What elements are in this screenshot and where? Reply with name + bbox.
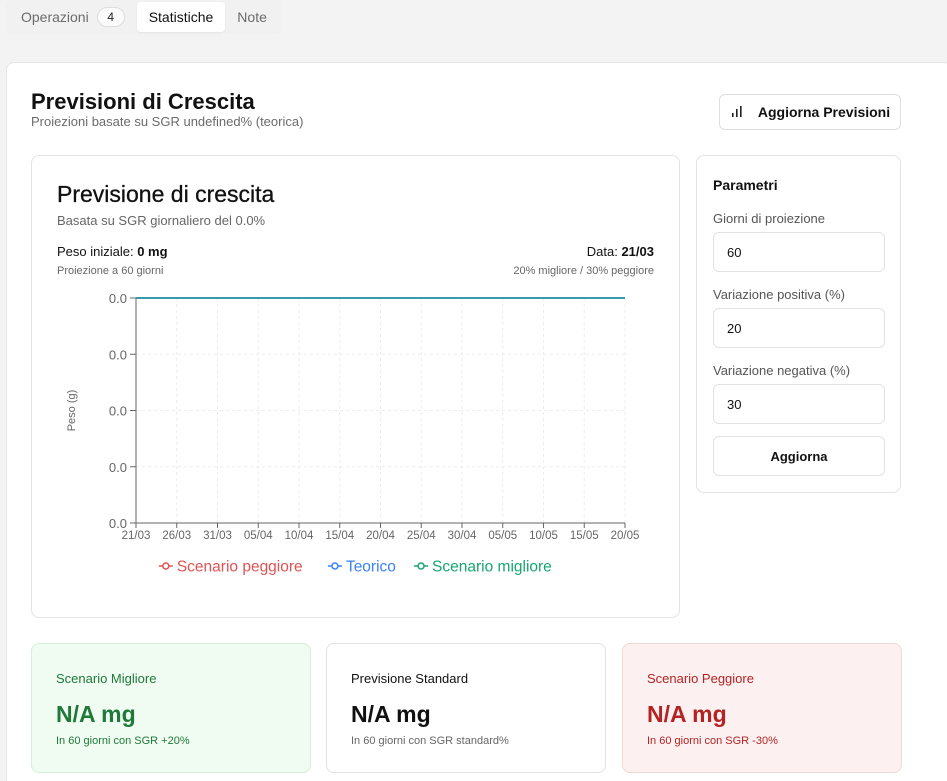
chart-y-tick-label: 0.0 <box>109 460 127 475</box>
page-title: Previsioni di Crescita <box>31 89 255 114</box>
chart-x-tick-label: 10/05 <box>529 530 558 542</box>
legend-label-2: Teorico <box>346 559 396 576</box>
standard-forecast-note: In 60 giorni con SGR standard% <box>351 735 509 747</box>
parameters-card: Parametri Giorni di proiezione Variazion… <box>696 155 901 493</box>
chart-y-axis-label: Peso (g) <box>66 390 78 432</box>
tab-statistiche[interactable]: Statistiche <box>136 2 226 32</box>
projection-days-input[interactable] <box>713 232 885 272</box>
positive-variation-label: Variazione positiva (%) <box>713 287 845 302</box>
chart-x-tick-label: 26/03 <box>162 530 191 542</box>
negative-variation-input[interactable] <box>713 384 885 424</box>
legend-marker-dot-2 <box>331 562 339 570</box>
growth-chart-card: Previsione di crescita Basata su SGR gio… <box>31 155 680 618</box>
chart-x-tick-label: 31/03 <box>203 530 232 542</box>
worst-scenario-value: N/A mg <box>647 701 727 727</box>
standard-forecast-title: Previsione Standard <box>351 671 469 686</box>
positive-variation-input[interactable] <box>713 308 885 348</box>
legend-label-3: Scenario migliore <box>432 559 552 576</box>
worst-scenario-title: Scenario Peggiore <box>647 671 754 686</box>
standard-forecast-card: Previsione Standard N/A mg In 60 giorni … <box>326 643 606 773</box>
chart-x-tick-label: 25/04 <box>407 530 436 542</box>
best-scenario-note: In 60 giorni con SGR +20% <box>56 735 190 747</box>
best-scenario-card: Scenario Migliore N/A mg In 60 giorni co… <box>31 643 311 773</box>
tab-operazioni-label: Operazioni <box>21 9 89 25</box>
refresh-forecast-button[interactable]: Aggiorna Previsioni <box>719 94 901 130</box>
chart-y-tick-label: 0.0 <box>109 291 127 306</box>
chart-y-tick-label: 0.0 <box>109 404 127 419</box>
chart-x-tick-label: 15/05 <box>570 530 599 542</box>
best-scenario-value: N/A mg <box>56 701 136 727</box>
worst-scenario-note: In 60 giorni con SGR -30% <box>647 735 778 747</box>
forecast-panel: Previsioni di Crescita Proiezioni basate… <box>6 62 947 781</box>
chart-x-tick-label: 05/05 <box>488 530 517 542</box>
tab-bar: Operazioni 4 Statistiche Note <box>6 0 282 34</box>
refresh-forecast-label: Aggiorna Previsioni <box>757 104 891 120</box>
chart-x-tick-label: 15/04 <box>325 530 354 542</box>
tab-note-label: Note <box>237 9 267 25</box>
chart-x-tick-label: 30/04 <box>448 530 477 542</box>
chart-x-tick-label: 05/04 <box>244 530 273 542</box>
bar-chart-icon <box>730 104 744 121</box>
projection-days-label: Giorni di proiezione <box>713 211 826 226</box>
chart-x-tick-label: 20/05 <box>611 530 640 542</box>
legend-marker-dot-3 <box>417 562 425 570</box>
growth-line-chart: 0.00.00.00.00.021/03 26/03 31/03 05/04 10/04… <box>66 291 640 576</box>
legend-label-1: Scenario peggiore <box>177 559 303 576</box>
tab-note[interactable]: Note <box>225 2 279 32</box>
worst-scenario-card: Scenario Peggiore N/A mg In 60 giorni co… <box>622 643 902 773</box>
page-subtitle: Proiezioni basate su SGR undefined% (teo… <box>31 114 304 129</box>
tab-statistiche-label: Statistiche <box>148 9 214 25</box>
chart-x-tick-label: 10/04 <box>285 530 314 542</box>
chart-x-tick-label: 20/04 <box>366 530 395 542</box>
chart-y-tick-label: 0.0 <box>109 347 127 362</box>
tab-operazioni-count-badge: 4 <box>96 7 125 27</box>
chart-y-tick-label: 0.0 <box>109 516 127 531</box>
tab-operazioni[interactable]: Operazioni 4 <box>9 2 137 32</box>
chart-x-tick-label: 21/03 <box>122 530 151 542</box>
negative-variation-label: Variazione negativa (%) <box>713 363 851 378</box>
parameters-title: Parametri <box>713 177 778 193</box>
best-scenario-title: Scenario Migliore <box>56 671 157 686</box>
standard-forecast-value: N/A mg <box>351 701 431 727</box>
legend-marker-dot-1 <box>162 562 170 570</box>
update-parameters-button[interactable]: Aggiorna <box>713 436 885 476</box>
